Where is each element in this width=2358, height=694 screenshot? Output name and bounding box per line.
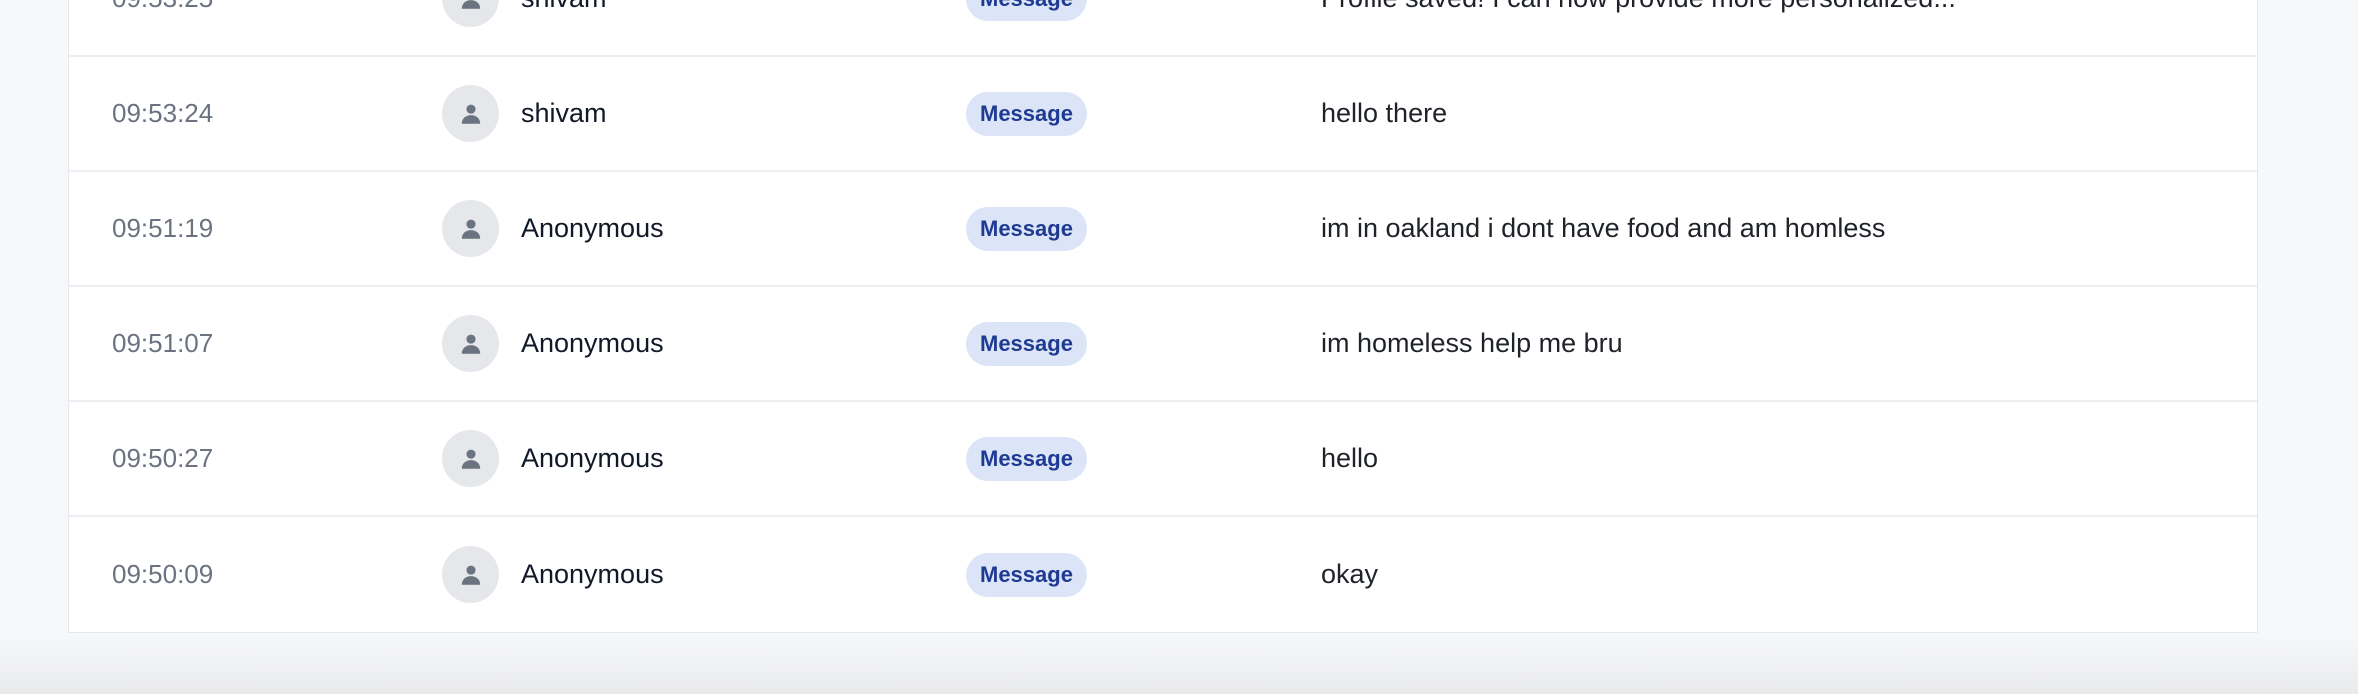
type-badge: Message xyxy=(966,206,1087,251)
type-badge: Message xyxy=(966,321,1087,366)
table-row[interactable]: 09:53:24 shivam Message hello there xyxy=(69,57,2257,172)
row-timestamp: 09:53:24 xyxy=(112,98,214,128)
person-icon xyxy=(461,449,480,469)
row-type: Message xyxy=(966,517,1087,632)
type-badge: Message xyxy=(966,436,1087,481)
activity-log-table: 09:53:25 shivam Message Profile saved! I… xyxy=(68,0,2258,633)
person-icon xyxy=(461,334,480,354)
row-type: Message xyxy=(966,0,1087,55)
user-name: Anonymous xyxy=(521,559,664,589)
bottom-scroll-shadow xyxy=(0,634,2358,694)
avatar xyxy=(442,315,499,372)
person-icon xyxy=(461,104,480,124)
row-type: Message xyxy=(966,172,1087,285)
row-user: shivam xyxy=(442,57,607,170)
row-timestamp: 09:51:07 xyxy=(112,328,214,358)
type-badge: Message xyxy=(966,0,1087,21)
row-content: im in oakland i dont have food and am ho… xyxy=(1321,213,1886,243)
row-type: Message xyxy=(966,402,1087,515)
user-name: Anonymous xyxy=(521,213,664,243)
user-name: shivam xyxy=(521,98,607,128)
avatar xyxy=(442,200,499,257)
row-type: Message xyxy=(966,57,1087,170)
person-icon xyxy=(461,565,480,585)
table-row[interactable]: 09:50:27 Anonymous Message hello xyxy=(69,402,2257,517)
row-user: Anonymous xyxy=(442,517,664,632)
row-content: Profile saved! I can now provide more pe… xyxy=(1321,0,1956,55)
table-row[interactable]: 09:51:19 Anonymous Message im in oakland… xyxy=(69,172,2257,287)
avatar xyxy=(442,546,499,603)
table-row[interactable]: 09:50:09 Anonymous Message okay xyxy=(69,517,2257,632)
avatar xyxy=(442,430,499,487)
person-icon xyxy=(461,0,480,9)
row-content: okay xyxy=(1321,559,1379,589)
row-timestamp: 09:50:09 xyxy=(112,559,214,589)
row-timestamp: 09:53:25 xyxy=(112,0,213,55)
row-user: shivam xyxy=(442,0,607,55)
row-user: Anonymous xyxy=(442,172,664,285)
type-badge: Message xyxy=(966,91,1087,136)
row-type: Message xyxy=(966,287,1087,400)
avatar xyxy=(442,85,499,142)
row-content: hello there xyxy=(1321,98,1448,128)
row-content: im homeless help me bru xyxy=(1321,328,1623,358)
table-row[interactable]: 09:53:25 shivam Message Profile saved! I… xyxy=(69,0,2257,57)
user-name: shivam xyxy=(521,0,607,14)
row-timestamp: 09:51:19 xyxy=(112,213,214,243)
row-user: Anonymous xyxy=(442,402,664,515)
person-icon xyxy=(461,219,480,239)
avatar xyxy=(442,0,499,27)
type-badge: Message xyxy=(966,552,1087,597)
table-row[interactable]: 09:51:07 Anonymous Message im homeless h… xyxy=(69,287,2257,402)
row-content: hello xyxy=(1321,443,1379,473)
row-timestamp: 09:50:27 xyxy=(112,443,214,473)
user-name: Anonymous xyxy=(521,328,664,358)
row-user: Anonymous xyxy=(442,287,664,400)
user-name: Anonymous xyxy=(521,443,664,473)
